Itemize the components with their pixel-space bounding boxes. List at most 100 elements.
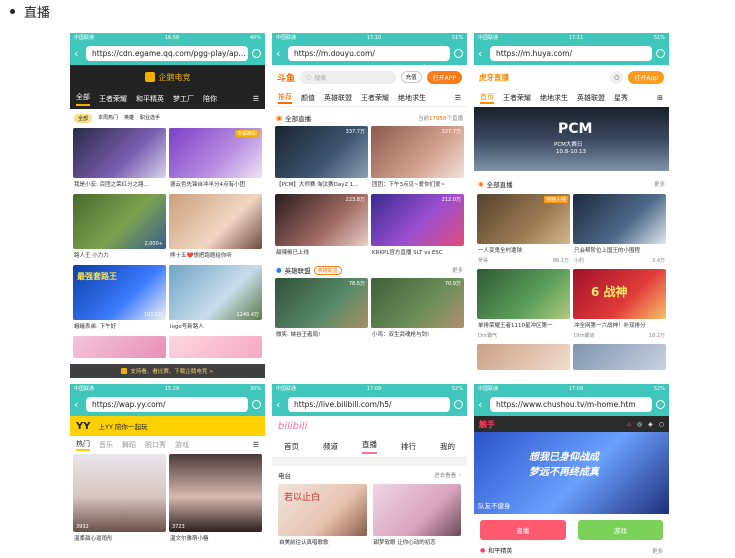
gamepad-icon[interactable]: ◈ bbox=[648, 421, 653, 428]
more-link[interactable]: 更多 bbox=[654, 180, 665, 188]
tab-talk[interactable]: 脱口秀 bbox=[145, 440, 166, 450]
live-button[interactable]: 直播 bbox=[480, 520, 566, 540]
more-link[interactable]: 更多 bbox=[652, 547, 663, 555]
tab-live[interactable]: 直播 bbox=[362, 439, 377, 454]
menu-icon[interactable]: ☰ bbox=[253, 441, 259, 449]
stream-thumbnail: 3723 bbox=[169, 454, 262, 532]
tab-ranking[interactable]: 排行 bbox=[401, 441, 416, 452]
history-icon[interactable] bbox=[656, 400, 665, 409]
stream-card[interactable]: 223.8万 甜辣椒已上线 bbox=[275, 194, 368, 259]
stream-title: 德云色先锋自冲半分4点有小团 bbox=[170, 182, 246, 188]
tab-game[interactable]: 游戏 bbox=[175, 440, 189, 450]
stream-card[interactable]: 只会帮阶位上国王的小围程 小豹 3.4万 bbox=[573, 194, 666, 266]
search-input[interactable]: ○ 搜索 bbox=[300, 70, 396, 84]
banner-carousel[interactable]: 想我已身仰战成 梦远不再终成真 队友不健身 bbox=[474, 432, 669, 514]
stream-thumbnail[interactable] bbox=[169, 336, 262, 358]
filter-all[interactable]: 全部 bbox=[74, 114, 93, 123]
menu-icon[interactable]: ☰ bbox=[253, 95, 259, 103]
search-icon[interactable]: ○ bbox=[659, 421, 664, 428]
stream-card[interactable]: 212.0万 KRKPL官方直播 SLT vs ESC bbox=[371, 194, 464, 259]
filter-weekly[interactable]: 本周热门 bbox=[98, 114, 118, 123]
stream-card[interactable]: 甜梦软眼 让你心动的初恋 bbox=[372, 484, 461, 549]
open-app-button[interactable]: 打开APP bbox=[426, 70, 462, 84]
back-icon[interactable]: ‹ bbox=[276, 398, 284, 411]
stream-card[interactable]: 3932 温柔甜心逼雨彤 bbox=[73, 454, 166, 545]
tab-channel[interactable]: 频道 bbox=[323, 441, 338, 452]
stream-card[interactable]: 熊十五❤️想把跑题给你听 bbox=[169, 194, 262, 262]
stream-card[interactable]: 穿越火线 一人变鬼全村遭殃 罗哥 86.1万 bbox=[477, 194, 570, 266]
stream-card[interactable]: 专属精彩 德云色先锋自冲半分4点有小团 bbox=[169, 128, 262, 191]
tab-mine[interactable]: 我的 bbox=[440, 441, 455, 452]
more-link[interactable]: 更多 bbox=[452, 266, 463, 274]
tab-accompany[interactable]: 陪你 bbox=[203, 94, 217, 104]
stream-card[interactable]: 78.5万 微笑: 峡谷王者局! bbox=[275, 278, 368, 341]
compass-icon[interactable]: ◎ bbox=[637, 421, 642, 428]
download-banner[interactable]: 支持看、看比赛、下载企鹅电竞 > bbox=[70, 364, 265, 378]
back-icon[interactable]: ‹ bbox=[276, 47, 284, 60]
stream-card[interactable]: 337.7万 【PCM】大师赛 淘汰赛Day2 1... bbox=[275, 126, 368, 191]
tab-home[interactable]: 首页 bbox=[284, 441, 299, 452]
url-field[interactable]: https://wap.yy.com/ bbox=[86, 397, 248, 412]
history-icon[interactable] bbox=[454, 400, 463, 409]
tab-music[interactable]: 音乐 bbox=[99, 440, 113, 450]
url-field[interactable]: https://cdn.egame.qq.com/pgg-play/ap... bbox=[86, 46, 248, 61]
history-icon[interactable] bbox=[656, 49, 665, 58]
menu-icon[interactable]: ☰ bbox=[455, 94, 461, 102]
chevron-right-icon: › bbox=[458, 471, 461, 479]
tab-pubg[interactable]: 绝地求生 bbox=[540, 93, 568, 103]
tab-lol[interactable]: 英雄联盟 bbox=[577, 93, 605, 103]
stream-thumbnail[interactable] bbox=[73, 336, 166, 358]
game-button[interactable]: 游戏 bbox=[577, 520, 663, 540]
stream-card[interactable]: 6 战神 冲全网第一六战神！补双排分 Dtm霸道 18.2万 bbox=[573, 269, 666, 341]
stream-card[interactable]: 单排荣耀王者1110星冲区第一 Dnr霸气 bbox=[477, 269, 570, 341]
stream-card[interactable]: 1248.4万 logo号新路人 bbox=[169, 265, 262, 333]
url-field[interactable]: https://m.huya.com/ bbox=[490, 46, 652, 61]
grid-menu-icon[interactable]: ⊞ bbox=[657, 94, 663, 102]
back-icon[interactable]: ‹ bbox=[478, 398, 486, 411]
tab-lol[interactable]: 英雄联盟 bbox=[324, 93, 352, 103]
tab-star[interactable]: 星秀 bbox=[614, 93, 628, 103]
viewer-count: 183.5万 bbox=[143, 312, 163, 318]
recharge-button[interactable]: 充值 bbox=[400, 71, 422, 83]
stream-card[interactable]: 若以止白 自美前往认真唱歌歌 bbox=[278, 484, 367, 549]
tab-all[interactable]: 全部 bbox=[76, 92, 90, 106]
more-link[interactable]: 进去看看 bbox=[434, 471, 456, 479]
filter-hero[interactable]: 英雄 bbox=[124, 114, 134, 123]
back-icon[interactable]: ‹ bbox=[478, 47, 486, 60]
tab-peace-elite[interactable]: 和平精英 bbox=[136, 94, 164, 104]
url-field[interactable]: https://www.chushou.tv/m-home.htm bbox=[490, 397, 652, 412]
tab-honor[interactable]: 王者荣耀 bbox=[503, 93, 531, 103]
stream-card[interactable]: 最强套路王 183.5万 蛾蛾表弟: 下午好 bbox=[73, 265, 166, 333]
section-tag[interactable]: 英雄联盟 bbox=[313, 265, 342, 275]
history-icon[interactable] bbox=[252, 49, 261, 58]
open-app-button[interactable]: 打开App bbox=[628, 70, 664, 84]
url-field[interactable]: https://m.douyu.com/ bbox=[288, 46, 450, 61]
url-field[interactable]: https://live.bilibili.com/h5/ bbox=[288, 397, 450, 412]
stream-card[interactable]: 2,000+ 路人王 小力力 bbox=[73, 194, 166, 262]
tab-beauty[interactable]: 颜值 bbox=[301, 93, 315, 103]
search-icon[interactable]: ○ bbox=[610, 70, 624, 84]
home-icon[interactable]: ⌂ bbox=[627, 421, 631, 428]
tab-home[interactable]: 首页 bbox=[480, 92, 494, 104]
tab-dance[interactable]: 舞蹈 bbox=[122, 440, 136, 450]
banner-carousel[interactable]: PCM PCM大赛日 10.8-10.13 bbox=[474, 107, 669, 171]
back-icon[interactable]: ‹ bbox=[74, 398, 82, 411]
stream-grid: 穿越火线 一人变鬼全村遭殃 罗哥 86.1万 只会帮阶位上国王的小围程 小豹 3.4… bbox=[474, 194, 669, 370]
tab-recommend[interactable]: 推荐 bbox=[278, 92, 292, 104]
tab-dream-factory[interactable]: 梦工厂 bbox=[173, 94, 194, 104]
stream-thumbnail[interactable] bbox=[573, 344, 666, 370]
filter-pro[interactable]: 职业选手 bbox=[140, 114, 160, 123]
tab-honor[interactable]: 王者荣耀 bbox=[361, 93, 389, 103]
stream-thumbnail: 1248.4万 bbox=[169, 265, 262, 320]
tab-pubg[interactable]: 绝地求生 bbox=[398, 93, 426, 103]
tab-honor[interactable]: 王者荣耀 bbox=[99, 94, 127, 104]
stream-card[interactable]: 3723 温文尔雅萌小糖 bbox=[169, 454, 262, 545]
history-icon[interactable] bbox=[252, 400, 261, 409]
tab-hot[interactable]: 热门 bbox=[76, 439, 90, 451]
history-icon[interactable] bbox=[454, 49, 463, 58]
stream-card[interactable]: 327.7万 团团：下午3点见~爱你们爱~ bbox=[371, 126, 464, 191]
stream-card[interactable]: 70.9万 小鸡：双生武魂枪与剑! bbox=[371, 278, 464, 341]
stream-thumbnail[interactable] bbox=[477, 344, 570, 370]
stream-card[interactable]: 我是小宏: 百团之荣红分之路... bbox=[73, 128, 166, 191]
back-icon[interactable]: ‹ bbox=[74, 47, 82, 60]
